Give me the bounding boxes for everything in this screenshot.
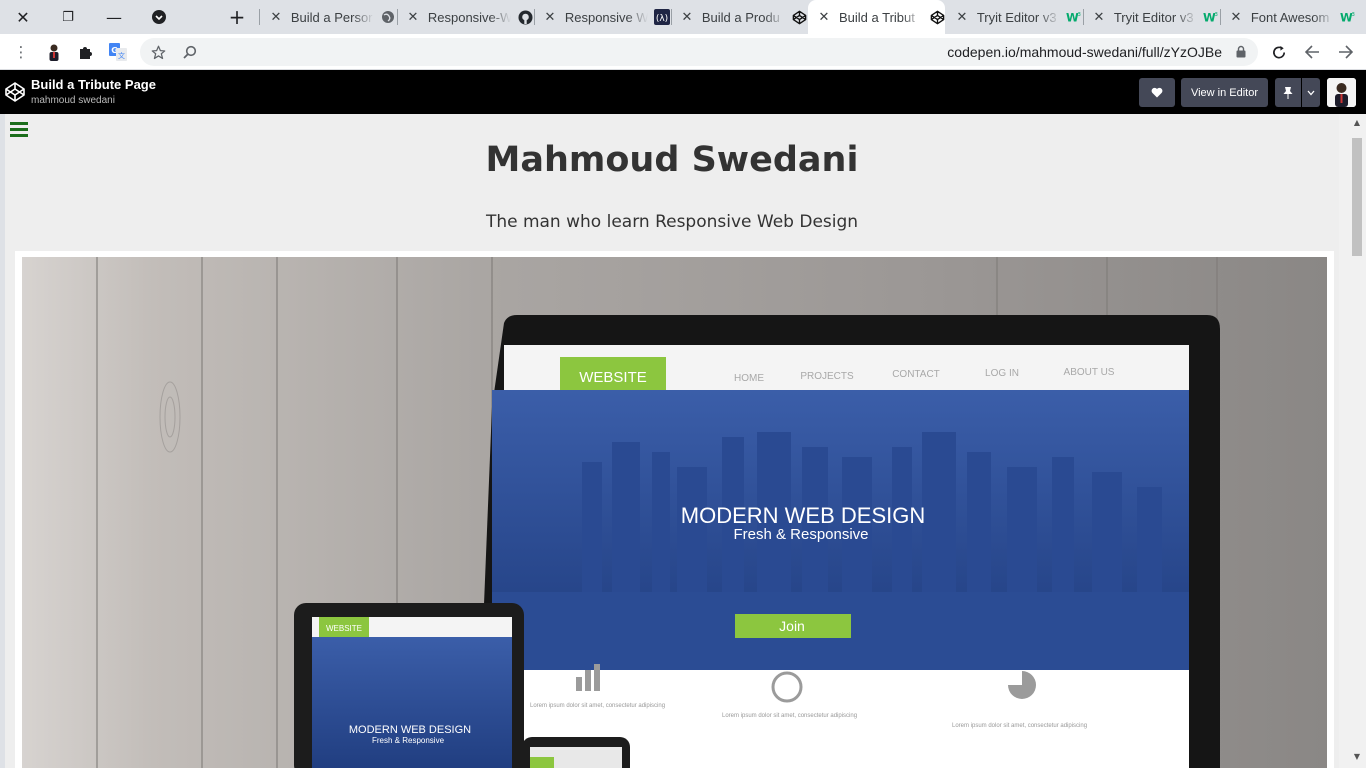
hero-image-frame: WEBSITE HOME PROJECTS CONTACT LOG IN ABO… — [15, 251, 1334, 768]
reload-icon[interactable] — [1267, 40, 1291, 64]
google-translate-icon[interactable]: G文 — [106, 40, 130, 64]
menu-kebab-icon[interactable]: ⋮ — [9, 40, 33, 64]
tab-close-icon[interactable]: ✕ — [954, 10, 970, 25]
hero-nav-item: ABOUT US — [1064, 367, 1115, 378]
tab-title: Font Awesom — [1250, 9, 1330, 25]
w3schools-icon: W3 — [1340, 9, 1356, 25]
browser-toolbar: ⋮ G文 codepen.io/mahmoud-swedani/full/zYz… — [0, 34, 1366, 70]
tab-separator — [534, 9, 535, 25]
scroll-down-icon[interactable]: ▼ — [1351, 752, 1363, 762]
tab-close-icon[interactable]: ✕ — [268, 10, 284, 25]
tablet-headline: MODERN WEB DESIGN — [349, 724, 471, 736]
hero-nav-item: CONTACT — [892, 369, 940, 380]
tab-title: Build a Tribut — [839, 9, 915, 25]
hamburger-menu-icon[interactable] — [10, 122, 28, 137]
codepen-icon — [929, 9, 945, 25]
tab-separator — [1083, 9, 1084, 25]
tab-separator — [259, 9, 260, 25]
hero-logo-text: WEBSITE — [579, 369, 647, 386]
codepen-icon — [791, 9, 807, 25]
tab-font-awesome[interactable]: ✕ Font Awesom W3 — [1228, 0, 1356, 34]
forward-arrow-icon[interactable] — [1333, 40, 1357, 64]
hero-headline: MODERN WEB DESIGN — [681, 503, 925, 528]
tab-responsive-github[interactable]: ✕ Responsive-W — [405, 0, 533, 34]
svg-text:文: 文 — [118, 51, 125, 60]
tab-separator — [397, 9, 398, 25]
tab-tryit-editor-2[interactable]: ✕ Tryit Editor v3 W3 — [1091, 0, 1219, 34]
tab-title: Build a Persor — [290, 9, 373, 25]
tab-separator — [671, 9, 672, 25]
page-subtitle: The man who learn Responsive Web Design — [485, 212, 859, 232]
bookmark-star-icon[interactable] — [146, 40, 170, 64]
like-button[interactable] — [1139, 78, 1175, 107]
tab-close-icon[interactable]: ✕ — [816, 10, 832, 25]
scroll-thumb[interactable] — [1352, 138, 1362, 256]
search-zoom-icon[interactable] — [178, 40, 202, 64]
tab-title: Tryit Editor v3 — [1113, 9, 1194, 25]
github-icon — [517, 9, 533, 25]
hero-image: WEBSITE HOME PROJECTS CONTACT LOG IN ABO… — [22, 257, 1327, 768]
tab-search-icon[interactable] — [136, 0, 182, 34]
pin-icon — [1283, 86, 1293, 99]
back-arrow-icon[interactable] — [1300, 40, 1324, 64]
tablet-logo-text: WEBSITE — [326, 624, 362, 633]
codepen-logo-icon[interactable] — [4, 81, 26, 103]
address-bar[interactable]: codepen.io/mahmoud-swedani/full/zYzOJBe — [140, 38, 1258, 66]
user-avatar[interactable] — [1327, 78, 1356, 107]
new-tab-icon[interactable]: + — [214, 0, 260, 34]
hero-nav-item: HOME — [734, 373, 764, 384]
svg-text:Lorem ipsum dolor sit amet, co: Lorem ipsum dolor sit amet, consectetur … — [722, 713, 857, 719]
pen-author[interactable]: mahmoud swedani — [31, 95, 115, 106]
scroll-up-icon[interactable]: ▲ — [1351, 118, 1363, 128]
svg-text:Lorem ipsum dolor sit amet, co: Lorem ipsum dolor sit amet, consectetur … — [952, 723, 1087, 729]
extensions-puzzle-icon[interactable] — [74, 40, 98, 64]
codepen-header: Build a Tribute Page mahmoud swedani Vie… — [0, 70, 1366, 114]
tab-tryit-editor-1[interactable]: ✕ Tryit Editor v3 W3 — [954, 0, 1082, 34]
codecademy-icon: (λ) — [654, 9, 670, 25]
tab-close-icon[interactable]: ✕ — [1091, 10, 1107, 25]
hero-tagline: Fresh & Responsive — [733, 526, 868, 543]
hero-join-button: Join — [779, 618, 805, 634]
tablet-tagline: Fresh & Responsive — [372, 736, 445, 745]
tribute-page: Mahmoud Swedani The man who learn Respon… — [5, 114, 1339, 768]
pen-title: Build a Tribute Page — [31, 77, 156, 92]
tab-title: Responsive W — [564, 9, 648, 25]
globe-icon — [380, 9, 396, 25]
view-in-editor-button[interactable]: View in Editor — [1181, 78, 1268, 107]
tab-title: Tryit Editor v3 — [976, 9, 1057, 25]
w3schools-icon: W3 — [1066, 9, 1082, 25]
tab-build-a-tribute[interactable]: ✕ Build a Tribut — [808, 0, 945, 34]
page-title: Mahmoud Swedani — [485, 140, 859, 180]
pin-button[interactable] — [1275, 78, 1301, 107]
restore-window-icon[interactable]: ❐ — [45, 0, 91, 34]
tab-build-a-personal[interactable]: ✕ Build a Persor — [268, 0, 396, 34]
lock-icon[interactable] — [1236, 45, 1246, 58]
profile-extension-icon[interactable] — [42, 40, 66, 64]
svg-text:3: 3 — [1078, 12, 1081, 18]
tab-build-a-product[interactable]: ✕ Build a Produ — [679, 0, 807, 34]
hero-nav-item: LOG IN — [985, 368, 1019, 379]
w3schools-icon: W3 — [1203, 9, 1219, 25]
tab-responsive-codecademy[interactable]: ✕ Responsive W (λ) — [542, 0, 670, 34]
heart-icon — [1151, 87, 1163, 98]
minimize-window-icon[interactable]: — — [91, 0, 137, 34]
close-window-icon[interactable]: ✕ — [0, 0, 46, 34]
pin-dropdown-button[interactable] — [1302, 78, 1320, 107]
svg-text:Lorem ipsum dolor sit amet, co: Lorem ipsum dolor sit amet, consectetur … — [530, 703, 665, 709]
hero-nav-item: PROJECTS — [800, 371, 854, 382]
tab-strip: ✕ ❐ — + ✕ Build a Persor ✕ Responsive-W … — [0, 0, 1366, 34]
tab-title: Responsive-W — [427, 9, 512, 25]
tab-close-icon[interactable]: ✕ — [1228, 10, 1244, 25]
tab-title: Build a Produ — [701, 9, 780, 25]
tab-separator — [1220, 9, 1221, 25]
svg-text:3: 3 — [1215, 12, 1218, 18]
tab-close-icon[interactable]: ✕ — [542, 10, 558, 25]
url-text[interactable]: codepen.io/mahmoud-swedani/full/zYzOJBe — [947, 44, 1222, 60]
svg-text:3: 3 — [1352, 12, 1355, 18]
tab-close-icon[interactable]: ✕ — [679, 10, 695, 25]
tab-close-icon[interactable]: ✕ — [405, 10, 421, 25]
svg-text:(λ): (λ) — [656, 14, 668, 24]
chevron-down-icon — [1307, 90, 1315, 95]
